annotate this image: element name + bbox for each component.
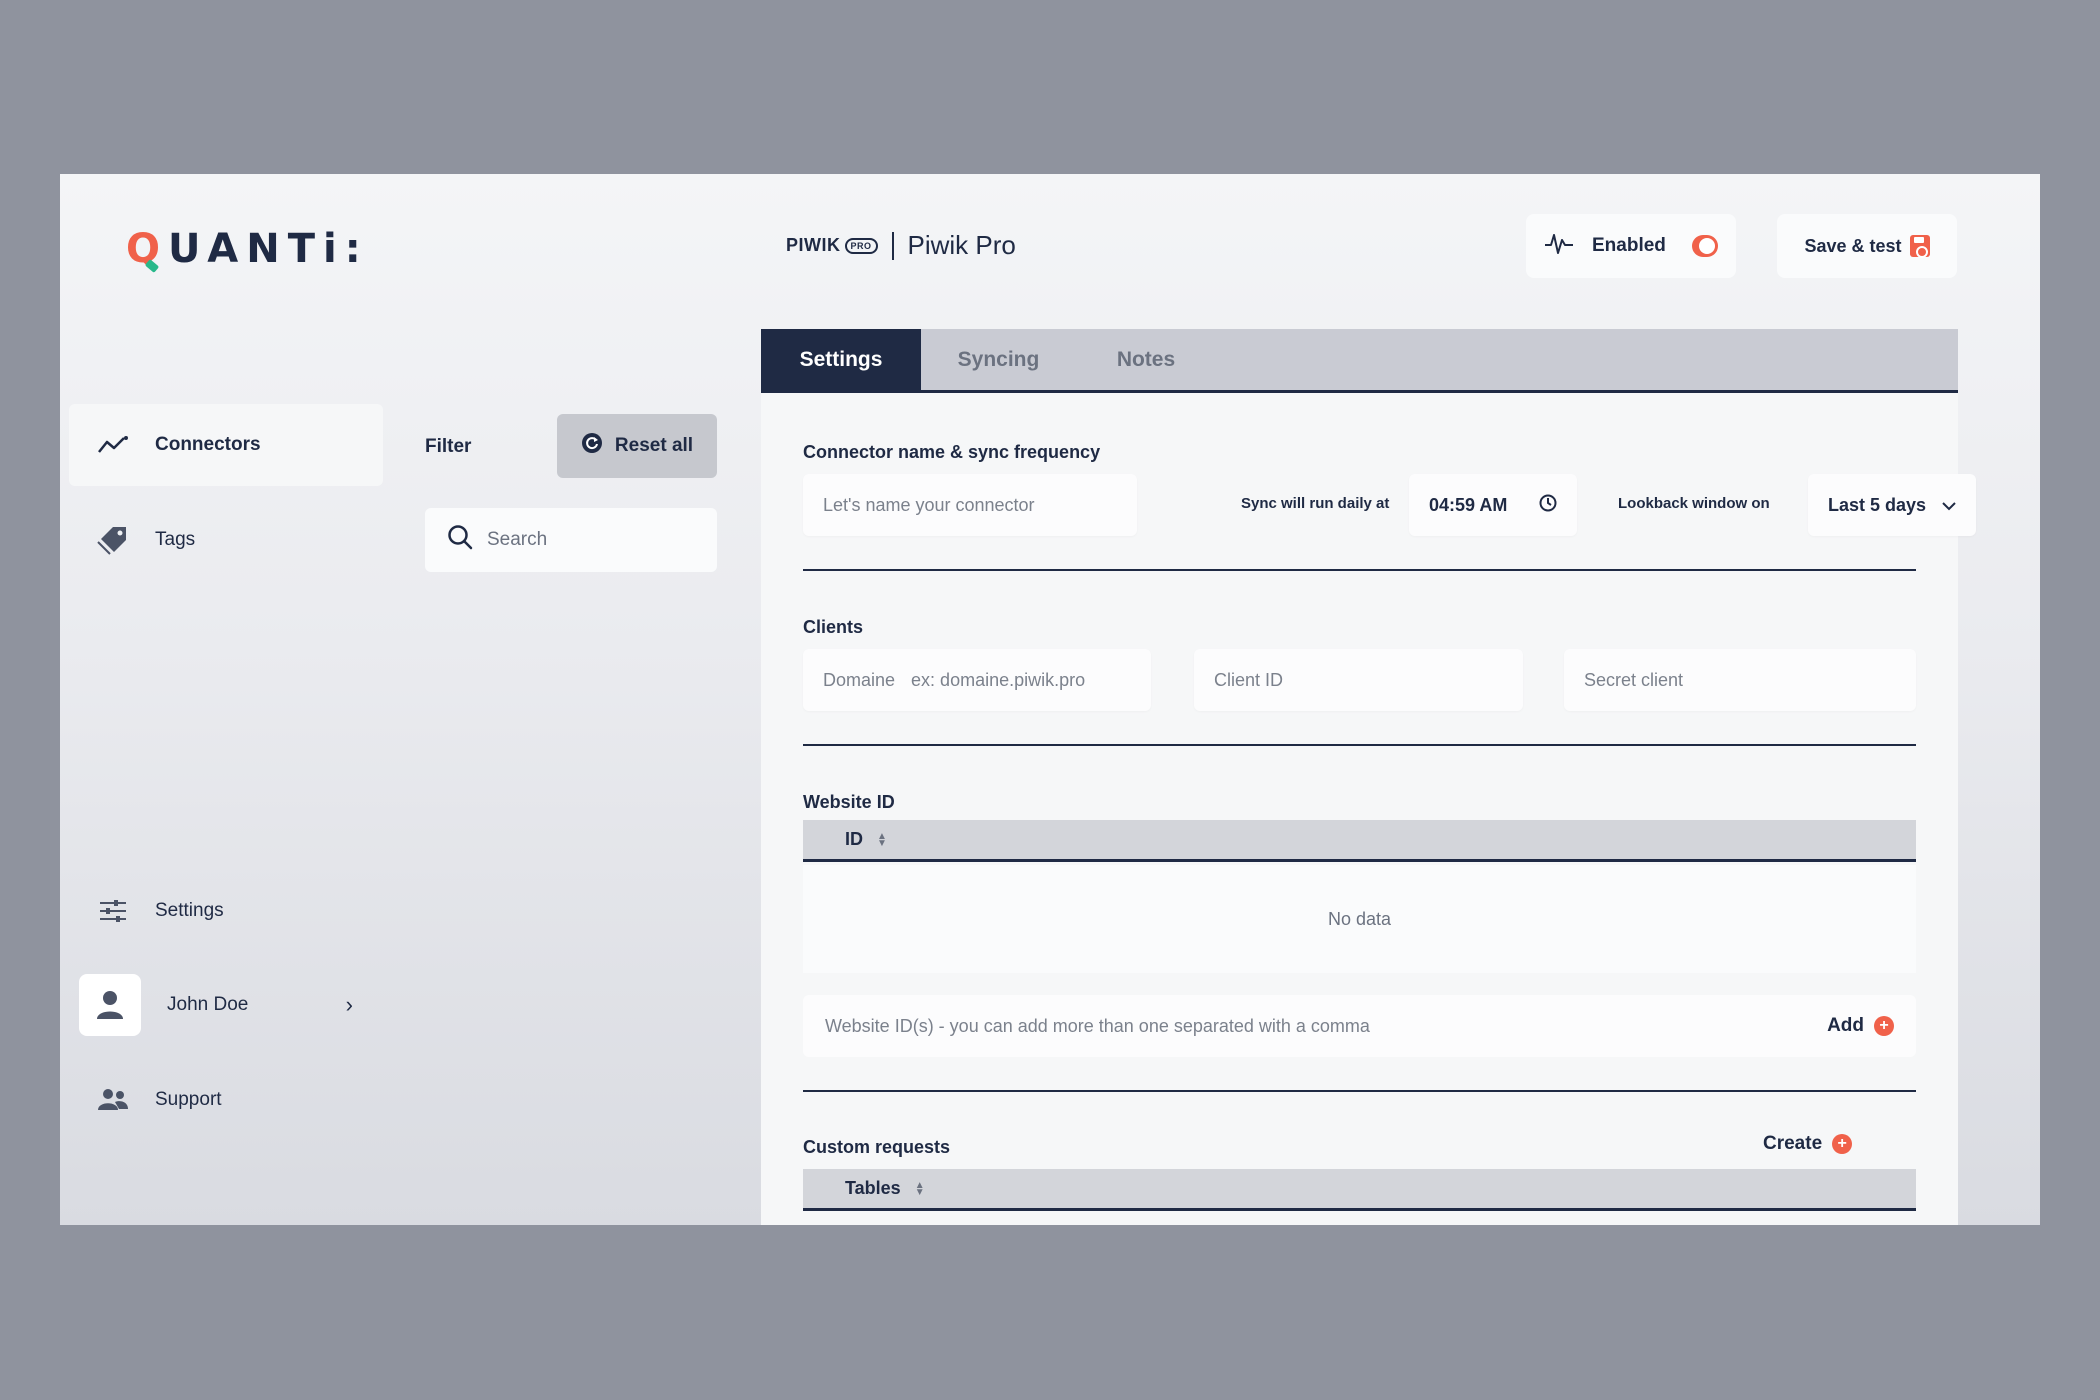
quanti-logo[interactable]: Q UANTi :	[126, 226, 369, 272]
sidebar-item-settings[interactable]: Settings	[69, 870, 383, 952]
sidebar-item-label: Connectors	[155, 434, 261, 455]
tab-settings[interactable]: Settings	[761, 329, 921, 390]
piwik-logo: PIWIK PRO	[786, 235, 878, 256]
section-title-connector: Connector name & sync frequency	[803, 442, 1101, 462]
domain-input[interactable]: Domaine ex: domaine.piwik.pro	[803, 649, 1151, 711]
logo-dots: :	[344, 226, 369, 272]
section-title-website: Website ID	[803, 792, 895, 812]
search-input[interactable]: Search	[425, 508, 717, 572]
empty-table-message: No data	[803, 865, 1916, 973]
id-column-header[interactable]: ID ▲ ▼	[803, 820, 1916, 862]
add-button[interactable]: Add +	[1827, 1015, 1894, 1037]
save-test-label: Save & test	[1804, 235, 1902, 256]
settings-panel: Settings Syncing Notes Connector name & …	[761, 329, 1976, 1225]
lookback-select[interactable]: Last 5 days	[1808, 474, 1976, 536]
website-id-input[interactable]: Website ID(s) - you can add more than on…	[803, 995, 1916, 1057]
secret-client-input[interactable]: Secret client	[1564, 649, 1916, 711]
create-button[interactable]: Create +	[1763, 1133, 1853, 1155]
search-icon	[447, 524, 473, 556]
lookback-label: Lookback window on	[1618, 495, 1770, 512]
sidebar-item-label: Settings	[155, 900, 224, 921]
clock-icon	[1539, 494, 1557, 517]
save-test-button[interactable]: Save & test	[1777, 214, 1957, 278]
section-title-clients: Clients	[803, 617, 864, 637]
sidebar-item-label: Support	[155, 1089, 222, 1110]
tag-icon	[97, 525, 129, 555]
tab-bar: Settings Syncing Notes	[761, 329, 1958, 393]
filter-label: Filter	[425, 436, 472, 457]
sidebar-item-tags[interactable]: Tags	[69, 499, 383, 581]
chevron-right-icon[interactable]: ›	[346, 992, 353, 1018]
reset-all-button[interactable]: Reset all	[557, 414, 717, 478]
section-title-custom: Custom requests	[803, 1137, 951, 1157]
connector-name: Piwik Pro	[907, 230, 1016, 260]
status-box: Enabled	[1526, 214, 1736, 278]
user-name: John Doe	[167, 994, 249, 1015]
sort-icon: ▲ ▼	[877, 830, 887, 849]
tab-notes[interactable]: Notes	[1076, 329, 1216, 390]
divider	[803, 744, 1916, 746]
trend-line-icon	[97, 435, 129, 455]
plus-icon: +	[1832, 1134, 1853, 1154]
users-icon	[97, 1088, 129, 1112]
activity-icon	[1544, 231, 1574, 261]
sort-icon: ▲ ▼	[914, 1179, 925, 1198]
connector-title: PIWIK PRO Piwik Pro	[786, 230, 1016, 261]
floppy-disk-icon	[1909, 235, 1930, 258]
divider	[803, 569, 1916, 571]
reset-icon	[581, 432, 603, 460]
logo-q: Q	[126, 226, 169, 272]
plus-icon: +	[1874, 1016, 1894, 1036]
tab-syncing[interactable]: Syncing	[921, 329, 1076, 390]
logo-text: UANTi	[168, 226, 345, 272]
search-placeholder: Search	[487, 529, 548, 550]
sliders-icon	[97, 898, 129, 924]
connector-name-input[interactable]: Let's name your connector	[803, 474, 1137, 536]
title-separator	[891, 231, 894, 260]
enabled-toggle[interactable]	[1691, 235, 1718, 257]
chevron-down-icon	[1942, 495, 1956, 516]
sidebar-item-user[interactable]: John Doe ›	[69, 964, 383, 1046]
sidebar-item-label: Tags	[155, 529, 196, 550]
app-window: Q UANTi : PIWIK PRO Piwik Pro Enabled Sa…	[60, 174, 2040, 1225]
sidebar-item-connectors[interactable]: Connectors	[69, 404, 383, 486]
divider	[803, 1090, 1916, 1092]
avatar	[79, 974, 141, 1036]
client-id-input[interactable]: Client ID	[1194, 649, 1523, 711]
tables-column-header[interactable]: Tables ▲ ▼	[803, 1169, 1916, 1211]
status-label: Enabled	[1592, 235, 1666, 256]
sidebar-item-support[interactable]: Support	[69, 1059, 383, 1141]
sync-label: Sync will run daily at	[1241, 495, 1390, 512]
sync-time-picker[interactable]: 04:59 AM	[1409, 474, 1577, 536]
